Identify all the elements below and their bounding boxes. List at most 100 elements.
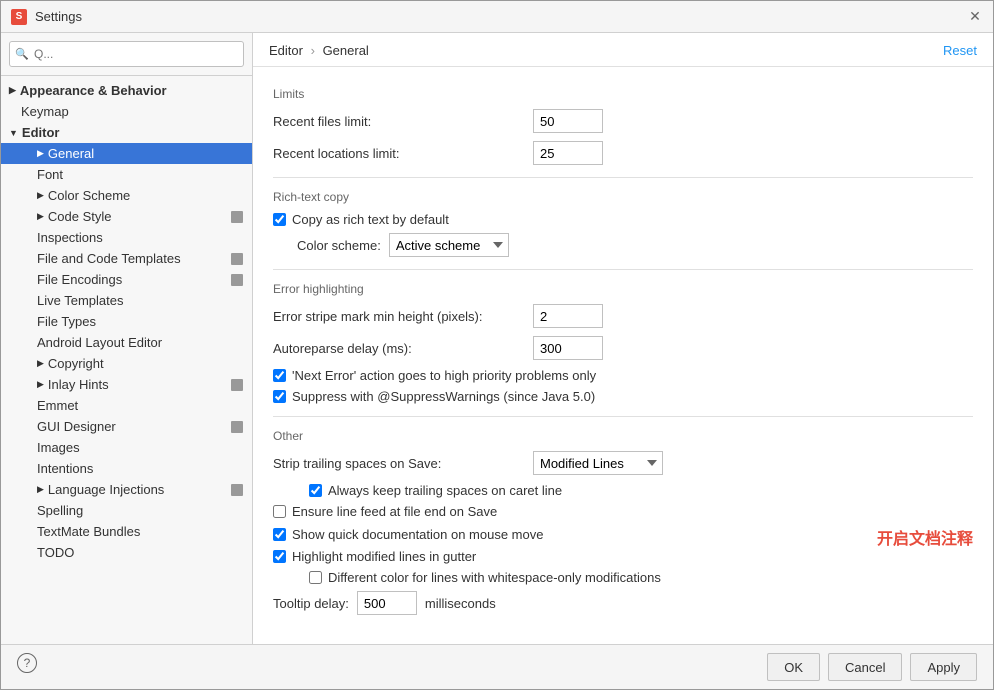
settings-badge-icon bbox=[231, 274, 243, 286]
breadcrumb: Editor › General bbox=[269, 43, 369, 58]
sidebar-item-appearance[interactable]: ▶ Appearance & Behavior bbox=[1, 80, 252, 101]
badge bbox=[230, 420, 244, 434]
sidebar-item-gui-designer[interactable]: GUI Designer bbox=[1, 416, 252, 437]
always-keep-trailing-checkbox[interactable] bbox=[309, 484, 322, 497]
breadcrumb-current: General bbox=[323, 43, 369, 58]
sidebar-item-label: GUI Designer bbox=[37, 419, 116, 434]
recent-locations-row: Recent locations limit: bbox=[273, 141, 973, 165]
sidebar-item-images[interactable]: Images bbox=[1, 437, 252, 458]
sidebar-item-label: TextMate Bundles bbox=[37, 524, 140, 539]
sidebar-item-label: General bbox=[48, 146, 94, 161]
title-bar: S Settings ✕ bbox=[1, 1, 993, 33]
sidebar-item-label: Color Scheme bbox=[48, 188, 130, 203]
suppress-warnings-checkbox[interactable] bbox=[273, 390, 286, 403]
sidebar-item-language-injections[interactable]: ▶ Language Injections bbox=[1, 479, 252, 500]
main-header: Editor › General Reset bbox=[253, 33, 993, 67]
settings-badge-icon bbox=[231, 253, 243, 265]
apply-button[interactable]: Apply bbox=[910, 653, 977, 681]
color-scheme-select[interactable]: Active scheme Default Darcula bbox=[389, 233, 509, 257]
strip-trailing-label: Strip trailing spaces on Save: bbox=[273, 456, 533, 471]
close-button[interactable]: ✕ bbox=[967, 9, 983, 25]
tooltip-input[interactable] bbox=[357, 591, 417, 615]
sidebar-item-label: Spelling bbox=[37, 503, 83, 518]
sidebar-item-label: Emmet bbox=[37, 398, 78, 413]
sidebar-item-intentions[interactable]: Intentions bbox=[1, 458, 252, 479]
different-color-label: Different color for lines with whitespac… bbox=[328, 570, 661, 585]
search-icon: 🔍 bbox=[15, 48, 29, 61]
color-scheme-label: Color scheme: bbox=[297, 238, 381, 253]
next-error-checkbox[interactable] bbox=[273, 369, 286, 382]
different-color-checkbox[interactable] bbox=[309, 571, 322, 584]
color-scheme-row: Color scheme: Active scheme Default Darc… bbox=[273, 233, 973, 257]
sidebar-item-file-encodings[interactable]: File Encodings bbox=[1, 269, 252, 290]
window-title: Settings bbox=[35, 9, 967, 24]
divider bbox=[273, 269, 973, 270]
highlight-modified-label: Highlight modified lines in gutter bbox=[292, 549, 476, 564]
sidebar-item-label: File Encodings bbox=[37, 272, 122, 287]
show-quick-doc-checkbox[interactable] bbox=[273, 528, 286, 541]
badge bbox=[230, 252, 244, 266]
show-quick-doc-row: Show quick documentation on mouse move 开… bbox=[273, 525, 973, 549]
badge bbox=[230, 378, 244, 392]
chevron-right-icon: ▶ bbox=[37, 190, 44, 201]
sidebar-item-general[interactable]: ▶ General bbox=[1, 143, 252, 164]
sidebar-item-inlay-hints[interactable]: ▶ Inlay Hints bbox=[1, 374, 252, 395]
help-button[interactable]: ? bbox=[17, 653, 37, 673]
suppress-warnings-row: Suppress with @SuppressWarnings (since J… bbox=[273, 389, 973, 404]
sidebar-item-label: Android Layout Editor bbox=[37, 335, 162, 350]
settings-badge-icon bbox=[231, 379, 243, 391]
search-input[interactable] bbox=[9, 41, 244, 67]
copy-rich-text-checkbox[interactable] bbox=[273, 213, 286, 226]
highlight-modified-checkbox[interactable] bbox=[273, 550, 286, 563]
sidebar-item-color-scheme[interactable]: ▶ Color Scheme bbox=[1, 185, 252, 206]
cancel-button[interactable]: Cancel bbox=[828, 653, 902, 681]
sidebar-item-label: Intentions bbox=[37, 461, 93, 476]
next-error-label: 'Next Error' action goes to high priorit… bbox=[292, 368, 596, 383]
settings-window: S Settings ✕ 🔍 ▶ Appearance & Behavior K… bbox=[0, 0, 994, 690]
show-quick-doc-label: Show quick documentation on mouse move bbox=[292, 527, 543, 542]
error-stripe-label: Error stripe mark min height (pixels): bbox=[273, 309, 533, 324]
badge bbox=[230, 210, 244, 224]
settings-badge-icon bbox=[231, 484, 243, 496]
ensure-line-feed-checkbox[interactable] bbox=[273, 505, 286, 518]
main-content: Limits Recent files limit: Recent locati… bbox=[253, 67, 993, 644]
sidebar-item-label: Images bbox=[37, 440, 80, 455]
sidebar-item-keymap[interactable]: Keymap bbox=[1, 101, 252, 122]
divider bbox=[273, 416, 973, 417]
autoreparse-input[interactable] bbox=[533, 336, 603, 360]
sidebar-item-font[interactable]: Font bbox=[1, 164, 252, 185]
settings-badge-icon bbox=[231, 211, 243, 223]
sidebar-item-todo[interactable]: TODO bbox=[1, 542, 252, 563]
sidebar-item-live-templates[interactable]: Live Templates bbox=[1, 290, 252, 311]
sidebar-item-label: Editor bbox=[22, 125, 60, 140]
ensure-line-feed-row: Ensure line feed at file end on Save bbox=[273, 504, 973, 519]
divider bbox=[273, 177, 973, 178]
chevron-down-icon: ▼ bbox=[9, 128, 18, 138]
always-keep-trailing-label: Always keep trailing spaces on caret lin… bbox=[328, 483, 562, 498]
sidebar-item-textmate[interactable]: TextMate Bundles bbox=[1, 521, 252, 542]
error-stripe-input[interactable] bbox=[533, 304, 603, 328]
other-section-label: Other bbox=[273, 429, 973, 443]
sidebar-item-copyright[interactable]: ▶ Copyright bbox=[1, 353, 252, 374]
chevron-right-icon: ▶ bbox=[9, 85, 16, 96]
sidebar-item-spelling[interactable]: Spelling bbox=[1, 500, 252, 521]
reset-button[interactable]: Reset bbox=[943, 43, 977, 58]
recent-files-input[interactable] bbox=[533, 109, 603, 133]
sidebar-item-android-layout[interactable]: Android Layout Editor bbox=[1, 332, 252, 353]
copy-rich-text-row: Copy as rich text by default bbox=[273, 212, 973, 227]
recent-locations-input[interactable] bbox=[533, 141, 603, 165]
ok-button[interactable]: OK bbox=[767, 653, 820, 681]
sidebar-item-inspections[interactable]: Inspections bbox=[1, 227, 252, 248]
error-stripe-row: Error stripe mark min height (pixels): bbox=[273, 304, 973, 328]
suppress-warnings-label: Suppress with @SuppressWarnings (since J… bbox=[292, 389, 595, 404]
sidebar-item-file-types[interactable]: File Types bbox=[1, 311, 252, 332]
autoreparse-label: Autoreparse delay (ms): bbox=[273, 341, 533, 356]
sidebar-item-emmet[interactable]: Emmet bbox=[1, 395, 252, 416]
sidebar-item-editor[interactable]: ▼ Editor bbox=[1, 122, 252, 143]
always-keep-trailing-row: Always keep trailing spaces on caret lin… bbox=[273, 483, 973, 498]
strip-trailing-select[interactable]: Modified Lines All None bbox=[533, 451, 663, 475]
breadcrumb-separator: › bbox=[311, 43, 315, 58]
autoreparse-row: Autoreparse delay (ms): bbox=[273, 336, 973, 360]
sidebar-item-file-code-templates[interactable]: File and Code Templates bbox=[1, 248, 252, 269]
sidebar-item-code-style[interactable]: ▶ Code Style bbox=[1, 206, 252, 227]
